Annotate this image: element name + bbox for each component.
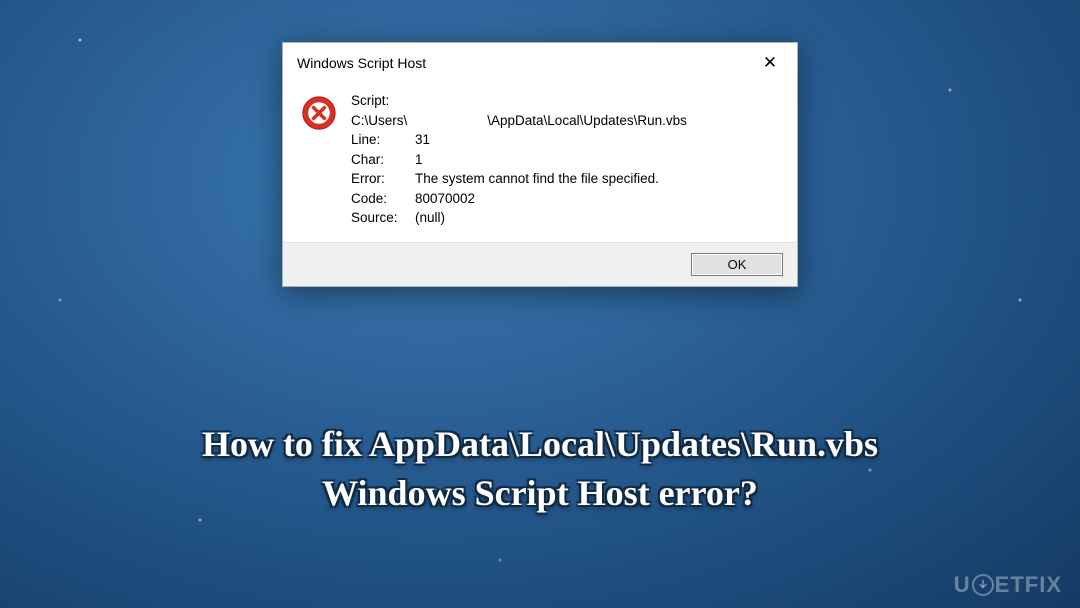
article-caption: How to fix AppData\Local\Updates\Run.vbs… — [0, 420, 1080, 517]
path-prefix: C:\Users\ — [351, 113, 407, 128]
field-error: Error: The system cannot find the file s… — [351, 169, 687, 189]
error-value: The system cannot find the file specifie… — [415, 169, 659, 189]
line-value: 31 — [415, 130, 430, 150]
caption-line-1: How to fix AppData\Local\Updates\Run.vbs — [30, 420, 1050, 469]
code-value: 80070002 — [415, 189, 475, 209]
dialog-body: Script: C:\Users\ \AppData\Local\Updates\… — [283, 83, 797, 242]
code-label: Code: — [351, 189, 415, 209]
close-button[interactable]: ✕ — [753, 51, 787, 75]
dialog-button-bar: OK — [283, 242, 797, 286]
script-label: Script: — [351, 91, 687, 111]
download-icon — [972, 574, 994, 596]
source-label: Source: — [351, 208, 415, 228]
script-path: C:\Users\ \AppData\Local\Updates\Run.vbs — [351, 111, 687, 131]
char-label: Char: — [351, 150, 415, 170]
source-value: (null) — [415, 208, 445, 228]
watermark-pre: U — [954, 572, 971, 598]
watermark: U ETFIX — [954, 572, 1062, 598]
dialog-titlebar: Windows Script Host ✕ — [283, 43, 797, 83]
redacted-username — [407, 115, 487, 128]
ok-button[interactable]: OK — [691, 253, 783, 276]
field-code: Code: 80070002 — [351, 189, 687, 209]
dialog-info: Script: C:\Users\ \AppData\Local\Updates\… — [351, 91, 687, 228]
line-label: Line: — [351, 130, 415, 150]
dialog-title: Windows Script Host — [297, 55, 426, 71]
field-source: Source: (null) — [351, 208, 687, 228]
field-char: Char: 1 — [351, 150, 687, 170]
watermark-post: ETFIX — [995, 572, 1062, 598]
caption-line-2: Windows Script Host error? — [30, 469, 1050, 518]
field-line: Line: 31 — [351, 130, 687, 150]
path-suffix: \AppData\Local\Updates\Run.vbs — [487, 113, 687, 128]
close-icon: ✕ — [763, 53, 777, 73]
error-label: Error: — [351, 169, 415, 189]
wsh-dialog: Windows Script Host ✕ Script: C:\Users\ \… — [282, 42, 798, 287]
char-value: 1 — [415, 150, 423, 170]
error-icon — [301, 95, 337, 228]
